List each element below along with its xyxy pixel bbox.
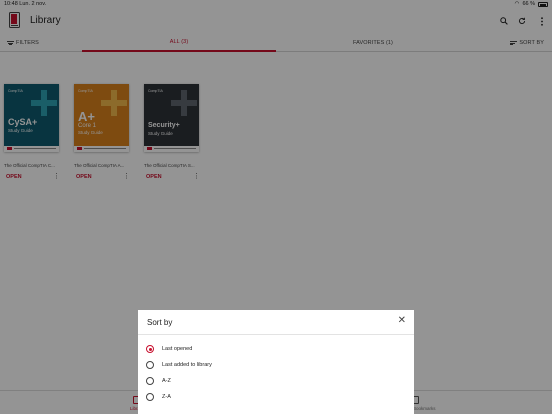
divider	[138, 334, 414, 335]
sort-dialog-title: Sort by	[147, 318, 173, 327]
sort-option-last-added[interactable]: Last added to library	[146, 360, 212, 370]
sort-option-a-z[interactable]: A-Z	[146, 376, 171, 386]
sort-option-label: A-Z	[162, 378, 171, 384]
sort-option-last-opened[interactable]: Last opened	[146, 344, 192, 354]
sort-option-label: Last added to library	[162, 362, 212, 368]
radio-icon[interactable]	[146, 393, 154, 401]
radio-icon[interactable]	[146, 377, 154, 385]
sort-dialog: Sort by ✕ Last opened Last added to libr…	[138, 310, 414, 414]
radio-selected-icon[interactable]	[146, 345, 154, 353]
sort-option-z-a[interactable]: Z-A	[146, 392, 171, 402]
close-icon[interactable]: ✕	[398, 316, 406, 326]
radio-icon[interactable]	[146, 361, 154, 369]
sort-option-label: Z-A	[162, 394, 171, 400]
sort-option-label: Last opened	[162, 346, 193, 352]
